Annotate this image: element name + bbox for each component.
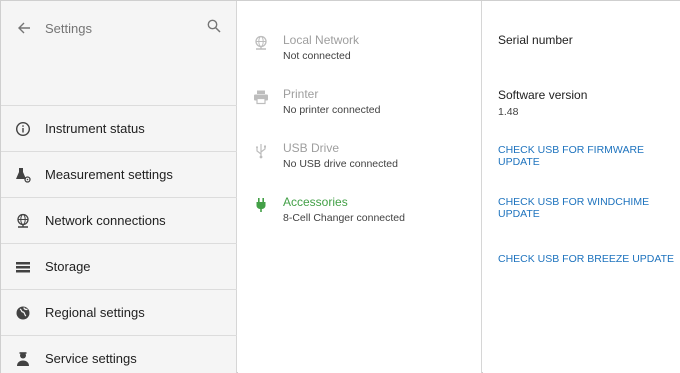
storage-icon xyxy=(15,259,31,275)
back-arrow-icon[interactable] xyxy=(17,21,31,35)
sidebar-item-label: Regional settings xyxy=(45,305,145,320)
globe-icon xyxy=(253,35,269,51)
connection-usb-drive[interactable]: USB Drive No USB drive connected xyxy=(238,139,481,189)
usb-icon xyxy=(253,143,269,159)
check-breeze-update-link[interactable]: CHECK USB FOR BREEZE UPDATE xyxy=(498,253,678,265)
connection-status: Not connected xyxy=(283,50,351,62)
connection-printer[interactable]: Printer No printer connected xyxy=(238,85,481,135)
software-version-label: Software version xyxy=(498,88,588,102)
check-windchime-update-link[interactable]: CHECK USB FOR WINDCHIME UPDATE xyxy=(498,196,678,220)
flask-gear-icon xyxy=(15,167,31,183)
page-title: Settings xyxy=(45,21,92,36)
connection-title: Printer xyxy=(283,87,319,101)
sidebar-item-network-connections[interactable]: Network connections xyxy=(1,197,237,243)
plug-icon xyxy=(253,197,269,213)
printer-icon xyxy=(253,89,269,105)
info-icon xyxy=(15,121,31,137)
settings-window: Settings Instrument status Measurement s… xyxy=(0,0,680,373)
sidebar-item-storage[interactable]: Storage xyxy=(1,243,237,289)
connection-title: Accessories xyxy=(283,195,348,209)
sidebar-item-service-settings[interactable]: Service settings xyxy=(1,335,237,373)
settings-sidebar: Settings Instrument status Measurement s… xyxy=(1,1,237,373)
sidebar-item-label: Instrument status xyxy=(45,121,145,136)
service-person-icon xyxy=(15,351,31,367)
sidebar-item-label: Service settings xyxy=(45,351,137,366)
sidebar-item-label: Storage xyxy=(45,259,91,274)
connections-panel: Local Network Not connected Printer No p… xyxy=(238,1,482,373)
check-firmware-update-link[interactable]: CHECK USB FOR FIRMWARE UPDATE xyxy=(498,144,678,168)
sidebar-item-regional-settings[interactable]: Regional settings xyxy=(1,289,237,335)
sidebar-item-label: Network connections xyxy=(45,213,166,228)
serial-number-label: Serial number xyxy=(498,33,573,47)
software-version-value: 1.48 xyxy=(498,106,519,118)
connection-status: 8-Cell Changer connected xyxy=(283,212,405,224)
sidebar-item-measurement-settings[interactable]: Measurement settings xyxy=(1,151,237,197)
instrument-info-panel: Serial number Software version 1.48 CHEC… xyxy=(483,1,680,373)
sidebar-item-label: Measurement settings xyxy=(45,167,173,182)
sidebar-item-instrument-status[interactable]: Instrument status xyxy=(1,105,237,151)
globe-icon xyxy=(15,305,31,321)
connection-title: USB Drive xyxy=(283,141,340,155)
globe-network-icon xyxy=(15,213,31,229)
connection-accessories[interactable]: Accessories 8-Cell Changer connected xyxy=(238,193,481,243)
connection-status: No USB drive connected xyxy=(283,158,398,170)
connection-local-network[interactable]: Local Network Not connected xyxy=(238,31,481,81)
search-icon[interactable] xyxy=(207,19,221,33)
connection-title: Local Network xyxy=(283,33,360,47)
connection-status: No printer connected xyxy=(283,104,381,116)
sidebar-header: Settings xyxy=(1,1,237,105)
